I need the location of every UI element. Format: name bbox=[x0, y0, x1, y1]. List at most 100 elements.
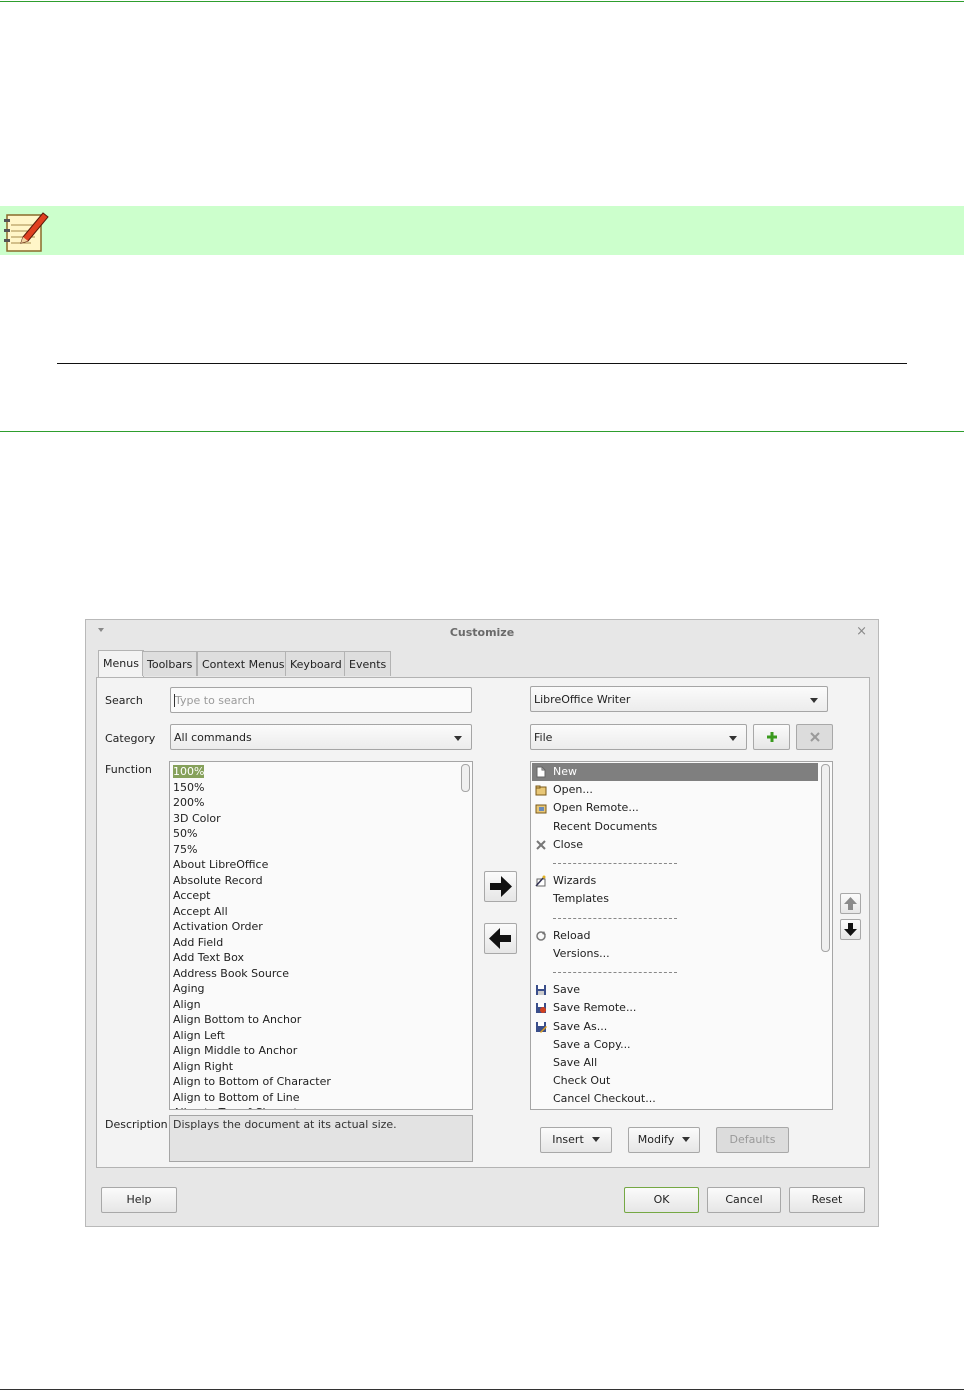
description-label: Description bbox=[105, 1118, 168, 1131]
chevron-down-icon bbox=[810, 698, 818, 703]
menu-separator[interactable] bbox=[532, 963, 818, 981]
menu-separator[interactable] bbox=[532, 909, 818, 927]
function-list-item[interactable]: Align Right bbox=[171, 1059, 458, 1075]
function-label-text: Align Bottom to Anchor bbox=[173, 1013, 302, 1026]
cancel-button[interactable]: Cancel bbox=[707, 1187, 781, 1213]
menu-entry-item[interactable]: Versions... bbox=[532, 945, 818, 963]
dialog-title: Customize bbox=[449, 626, 515, 639]
move-up-button[interactable] bbox=[840, 893, 861, 914]
menu-entry-item[interactable]: New bbox=[532, 763, 818, 782]
menus-panel: Search Category Function Description Typ… bbox=[96, 677, 870, 1168]
menu-entry-item[interactable]: Open... bbox=[532, 781, 818, 799]
arrow-down-icon bbox=[844, 923, 857, 936]
insert-button[interactable]: Insert bbox=[540, 1127, 612, 1153]
function-list-item[interactable]: Align Left bbox=[171, 1028, 458, 1044]
delete-menu-button[interactable] bbox=[796, 724, 833, 750]
function-list-item[interactable]: 200% bbox=[171, 795, 458, 811]
ok-button[interactable]: OK bbox=[624, 1187, 699, 1213]
function-label-text: Align to Bottom of Character bbox=[173, 1075, 331, 1088]
modify-button[interactable]: Modify bbox=[628, 1127, 700, 1153]
function-list-item[interactable]: 75% bbox=[171, 842, 458, 858]
menu-entry-label: Save bbox=[553, 983, 581, 997]
function-label-text: Align Middle to Anchor bbox=[173, 1044, 298, 1057]
function-list-item[interactable]: Add Text Box bbox=[171, 950, 458, 966]
function-list-item[interactable]: Absolute Record bbox=[171, 873, 458, 889]
menu-entry-item[interactable]: Save a Copy... bbox=[532, 1036, 818, 1054]
function-scrollbar[interactable] bbox=[461, 764, 470, 1107]
remove-command-button[interactable] bbox=[484, 923, 517, 954]
bottom-rule bbox=[0, 1389, 964, 1390]
menu-entry-item[interactable]: Recent Documents bbox=[532, 818, 818, 836]
function-list-item[interactable]: Align bbox=[171, 997, 458, 1013]
function-list-item[interactable]: Align to Top of Character bbox=[171, 1105, 458, 1109]
menu-entry-label: Cancel Checkout... bbox=[553, 1092, 656, 1106]
menu-entry-item[interactable]: Save Remote... bbox=[532, 999, 818, 1017]
save-icon bbox=[535, 984, 547, 996]
function-list-item[interactable]: Add Field bbox=[171, 935, 458, 951]
category-dropdown[interactable]: All commands bbox=[170, 724, 472, 750]
function-label-text: About LibreOffice bbox=[173, 858, 269, 871]
function-list-item[interactable]: Align to Bottom of Line bbox=[171, 1090, 458, 1106]
scope-dropdown[interactable]: LibreOffice Writer bbox=[530, 686, 828, 712]
tab-menus[interactable]: Menus bbox=[98, 650, 144, 677]
tab-events[interactable]: Events bbox=[344, 651, 392, 676]
search-input[interactable]: Type to search bbox=[170, 687, 472, 713]
function-label-text: Align Left bbox=[173, 1028, 225, 1042]
function-list-item[interactable]: 150% bbox=[171, 780, 458, 796]
menu-dropdown[interactable]: File bbox=[530, 724, 747, 750]
function-list-item[interactable]: Activation Order bbox=[171, 919, 458, 935]
defaults-button[interactable]: Defaults bbox=[716, 1127, 789, 1153]
chevron-down-icon bbox=[682, 1137, 691, 1142]
function-list[interactable]: 100% 150% 200% 3D Color 50% 75% About LibreOff… bbox=[169, 761, 473, 1110]
menu-entry-item[interactable]: Save As... bbox=[532, 1018, 818, 1036]
reload-icon bbox=[535, 930, 547, 942]
menu-entry-item[interactable]: Check Out bbox=[532, 1072, 818, 1090]
plus-icon bbox=[766, 732, 777, 742]
function-list-item[interactable]: Align to Bottom of Character bbox=[171, 1074, 458, 1090]
function-list-item[interactable]: 50% bbox=[171, 826, 458, 842]
menu-entry-item[interactable]: Save bbox=[532, 981, 818, 999]
function-list-item[interactable]: Accept bbox=[171, 888, 458, 904]
chevron-down-icon bbox=[454, 736, 462, 741]
menu-entry-label: Versions... bbox=[553, 946, 610, 960]
add-command-button[interactable] bbox=[484, 871, 517, 902]
tab-toolbars[interactable]: Toolbars bbox=[142, 651, 198, 676]
function-list-item[interactable]: Align Middle to Anchor bbox=[171, 1043, 458, 1059]
add-menu-button[interactable] bbox=[753, 724, 790, 750]
function-list-item[interactable]: Aging bbox=[171, 981, 458, 997]
menu-entry-item[interactable]: Open Remote... bbox=[532, 799, 818, 817]
menu-entry-item[interactable]: Wizards bbox=[532, 872, 818, 890]
function-list-item[interactable]: 3D Color bbox=[171, 811, 458, 827]
function-label-text: 200% bbox=[173, 796, 205, 809]
menu-entries-scrollbar[interactable] bbox=[821, 764, 830, 1107]
function-label-text: Align bbox=[173, 997, 201, 1011]
help-button[interactable]: Help bbox=[101, 1187, 177, 1213]
section-rule bbox=[0, 431, 964, 432]
close-icon[interactable]: × bbox=[856, 624, 867, 639]
open-folder-icon bbox=[535, 784, 547, 796]
menu-entry-label: Open Remote... bbox=[553, 801, 639, 815]
function-label-text: 3D Color bbox=[173, 811, 221, 825]
function-list-item[interactable]: Address Book Source bbox=[171, 966, 458, 982]
menu-entry-item[interactable]: Reload bbox=[532, 927, 818, 945]
menu-separator[interactable] bbox=[532, 854, 818, 872]
menu-entry-item[interactable]: Save All bbox=[532, 1054, 818, 1072]
function-label-text: Absolute Record bbox=[173, 873, 263, 887]
move-down-button[interactable] bbox=[840, 919, 861, 940]
function-list-item[interactable]: Align Bottom to Anchor bbox=[171, 1012, 458, 1028]
menu-entry-item[interactable]: Templates bbox=[532, 890, 818, 908]
delete-x-icon bbox=[809, 732, 820, 742]
tab-context-menus[interactable]: Context Menus bbox=[197, 651, 290, 676]
function-list-item[interactable]: Accept All bbox=[171, 904, 458, 920]
function-label-text: Add Field bbox=[173, 935, 224, 949]
menu-entry-item[interactable]: Close bbox=[532, 836, 818, 854]
reset-button[interactable]: Reset bbox=[789, 1187, 865, 1213]
menu-entry-item[interactable]: Cancel Checkout... bbox=[532, 1090, 818, 1108]
save-as-icon bbox=[535, 1021, 547, 1033]
function-list-item[interactable]: About LibreOffice bbox=[171, 857, 458, 873]
tab-keyboard[interactable]: Keyboard bbox=[285, 651, 347, 676]
menu-entries-list[interactable]: New Open... Open Remote... Recent Documents… bbox=[530, 761, 833, 1110]
function-list-item[interactable]: 100% bbox=[171, 764, 458, 780]
arrow-left-icon bbox=[489, 928, 511, 949]
save-remote-icon bbox=[535, 1002, 547, 1014]
